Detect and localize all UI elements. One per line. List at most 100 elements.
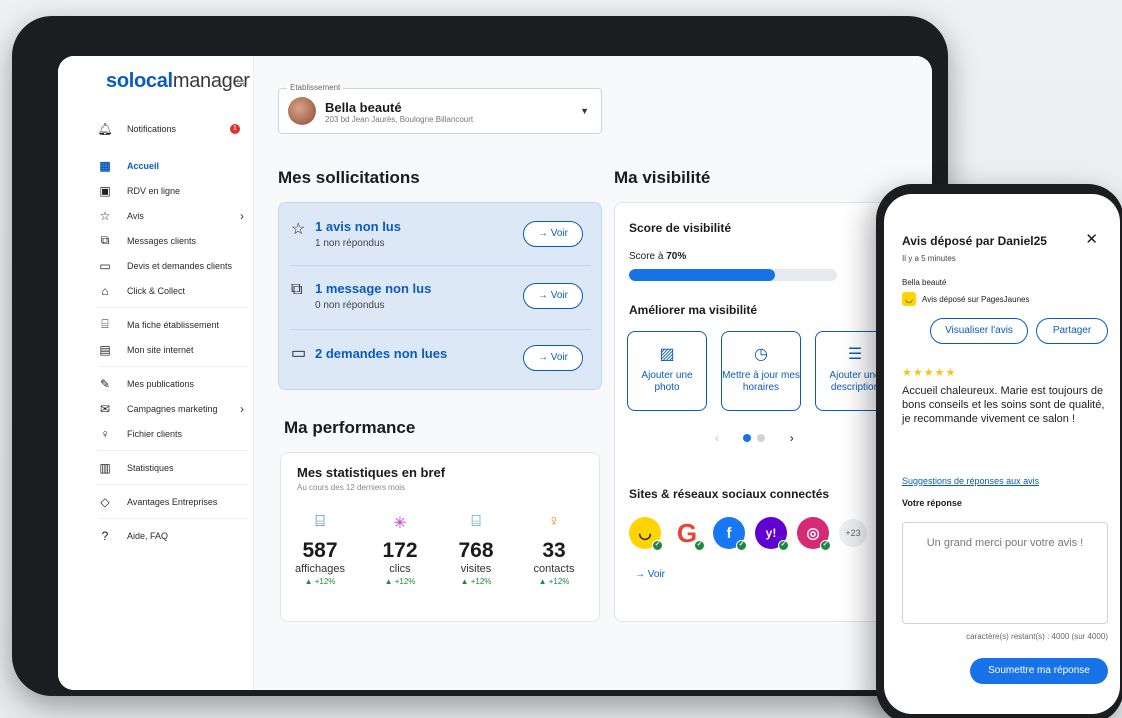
- sidebar-item-devis[interactable]: ▭ Devis et demandes clients: [98, 253, 248, 278]
- sidebar-item-messages[interactable]: ⧉ Messages clients: [98, 228, 248, 253]
- calendar-icon: ▣: [99, 183, 111, 198]
- sidebar-item-rdv[interactable]: ▣ RDV en ligne: [98, 178, 248, 203]
- share-button[interactable]: Partager: [1036, 318, 1108, 344]
- sidebar-item-label: Mes publications: [127, 378, 195, 389]
- pagesjaunes-icon[interactable]: ◡ ✓: [629, 517, 663, 551]
- sidebar-item-site[interactable]: ▤ Mon site internet: [98, 337, 248, 362]
- sidebar-item-aide[interactable]: ? Aide, FAQ: [98, 523, 248, 548]
- view-review-button[interactable]: Visualiser l'avis: [930, 318, 1028, 344]
- stat-delta: ▲ +12%: [384, 577, 416, 586]
- sollicitation-title[interactable]: 2 demandes non lues: [315, 346, 447, 361]
- dashboard-icon: ▦: [99, 158, 111, 173]
- close-icon[interactable]: ✕: [1085, 230, 1098, 248]
- sollicitation-row: ⧉ 1 message non lus 0 non répondus → Voi…: [291, 279, 591, 329]
- section-title-performance: Ma performance: [284, 418, 416, 437]
- chevron-right-icon: ›: [240, 208, 244, 223]
- stat-label: contacts: [533, 563, 575, 575]
- sidebar-item-avis[interactable]: ☆ Avis ›: [98, 203, 248, 228]
- more-networks-badge[interactable]: +23: [839, 519, 867, 547]
- add-photo-card[interactable]: ▨ Ajouter une photo: [627, 331, 707, 411]
- submit-response-button[interactable]: Soumettre ma réponse: [970, 658, 1108, 684]
- sidebar-item-notifications[interactable]: 🔔︎ Notifications 1: [97, 116, 248, 141]
- update-hours-card[interactable]: ◷ Mettre à jour mes horaires: [721, 331, 801, 411]
- stat-delta: ▲ +12%: [460, 577, 492, 586]
- visibilite-card: Score de visibilité ⓘ Score à 70% Amélio…: [614, 202, 914, 622]
- suggestions-link[interactable]: Suggestions de réponses aux avis: [902, 476, 1039, 486]
- collapse-sidebar-icon[interactable]: ≒: [236, 76, 245, 89]
- score-prefix: Score à: [629, 251, 667, 262]
- browser-icon: ▤: [99, 342, 111, 357]
- review-source: ◡ Avis déposé sur PagesJaunes: [902, 292, 1029, 306]
- sidebar-item-fichier-clients[interactable]: ♀ Fichier clients: [98, 421, 248, 446]
- sidebar-item-label: Campagnes marketing: [127, 403, 218, 414]
- notification-badge: 1: [230, 123, 240, 134]
- sidebar-item-click-collect[interactable]: ⌂ Click & Collect: [98, 278, 248, 303]
- sollicitations-panel: ☆ 1 avis non lus 1 non répondus → Voir ⧉…: [278, 202, 602, 390]
- caret-down-icon: ▼: [580, 106, 589, 116]
- pagesjaunes-icon: ◡: [902, 292, 916, 306]
- stat-label: visites: [460, 563, 492, 575]
- stat-delta: ▲ +12%: [304, 577, 336, 586]
- sidebar-item-statistiques[interactable]: ▥ Statistiques: [98, 455, 248, 480]
- carousel-dot-active[interactable]: [743, 434, 752, 442]
- stat-value: 768: [458, 539, 494, 562]
- etablissement-select[interactable]: Etablissement Bella beauté 203 bd Jean J…: [278, 83, 602, 134]
- stat-affichages: ⌸ 587 affichages ▲ +12%: [285, 513, 355, 586]
- stat-label: affichages: [295, 563, 345, 575]
- score-title: Score de visibilité: [629, 221, 732, 235]
- chat-icon: ⧉: [291, 281, 303, 298]
- store-icon: ⌸: [101, 317, 109, 331]
- yahoo-icon[interactable]: y! ✓: [755, 517, 789, 551]
- sidebar-item-label: Avantages Entreprises: [127, 496, 218, 507]
- clock-icon: ◷: [754, 346, 768, 363]
- section-title-visibilite: Ma visibilité: [614, 168, 711, 187]
- voir-messages-button[interactable]: → Voir: [523, 283, 583, 309]
- sidebar-item-avantages[interactable]: ◇ Avantages Entreprises: [98, 489, 248, 514]
- review-time: Il y a 5 minutes: [902, 254, 956, 263]
- sidebar-item-fiche[interactable]: ⌸ Ma fiche établissement: [98, 312, 248, 337]
- sidebar-nav: 🔔︎ Notifications 1 ▦ Accueil ▣ RDV en li…: [97, 116, 248, 548]
- store-icon: ⌸: [471, 513, 481, 530]
- stat-delta: ▲ +12%: [538, 577, 570, 586]
- chevron-right-icon[interactable]: ›: [790, 431, 794, 445]
- chevron-left-icon[interactable]: ‹: [715, 431, 719, 445]
- message-icon: ▭: [291, 345, 307, 362]
- card-label: Mettre à jour mes horaires: [722, 370, 800, 393]
- google-icon[interactable]: G ✓: [671, 517, 705, 551]
- app-logo[interactable]: solocalmanager: [106, 70, 250, 93]
- etablissement-name: Bella beauté: [325, 100, 402, 115]
- card-label: Ajouter une photo: [641, 370, 693, 393]
- check-icon: ✓: [778, 540, 789, 551]
- voir-avis-button[interactable]: → Voir: [523, 221, 583, 247]
- sidebar-item-label: Click & Collect: [127, 285, 186, 296]
- sidebar: solocalmanager ≒ 🔔︎ Notifications 1 ▦ Ac…: [58, 56, 254, 690]
- etablissement-address: 203 bd Jean Jaurès, Boulogne Billancourt: [325, 115, 474, 124]
- basket-icon: ⌂: [101, 283, 109, 298]
- chart-icon: ▥: [99, 460, 111, 475]
- sidebar-item-label: Devis et demandes clients: [127, 260, 233, 271]
- sollicitation-subtitle: 0 non répondus: [315, 300, 385, 311]
- sidebar-item-label: Notifications: [127, 123, 177, 134]
- carousel-dot[interactable]: [757, 434, 766, 442]
- sidebar-item-publications[interactable]: ✎ Mes publications: [98, 371, 248, 396]
- sidebar-item-label: RDV en ligne: [127, 185, 181, 196]
- sidebar-item-campagnes[interactable]: ✉ Campagnes marketing ›: [98, 396, 248, 421]
- star-icon: ☆: [291, 221, 306, 238]
- voir-demandes-button[interactable]: → Voir: [523, 345, 583, 371]
- help-icon: ?: [101, 528, 109, 543]
- stat-value: 172: [382, 539, 418, 562]
- review-text: Accueil chaleureux. Marie est toujours d…: [902, 385, 1105, 425]
- social-networks: ◡ ✓ G ✓ f ✓ y! ✓ ◎ ✓ +23: [629, 517, 867, 551]
- improve-title: Améliorer ma visibilité: [629, 303, 758, 317]
- voir-networks-link[interactable]: → Voir: [635, 569, 665, 580]
- user-icon: ♀: [548, 513, 560, 530]
- facebook-icon[interactable]: f ✓: [713, 517, 747, 551]
- sollicitation-title[interactable]: 1 message non lus: [315, 281, 431, 296]
- response-textarea[interactable]: Un grand merci pour votre avis !: [902, 522, 1108, 624]
- instagram-icon[interactable]: ◎ ✓: [797, 517, 831, 551]
- star-icon: ☆: [99, 208, 111, 223]
- stat-clics: ✳ 172 clics ▲ +12%: [365, 513, 435, 586]
- tablet-frame: solocalmanager ≒ 🔔︎ Notifications 1 ▦ Ac…: [12, 16, 948, 696]
- sidebar-item-accueil[interactable]: ▦ Accueil: [98, 153, 248, 178]
- sollicitation-title[interactable]: 1 avis non lus: [315, 219, 401, 234]
